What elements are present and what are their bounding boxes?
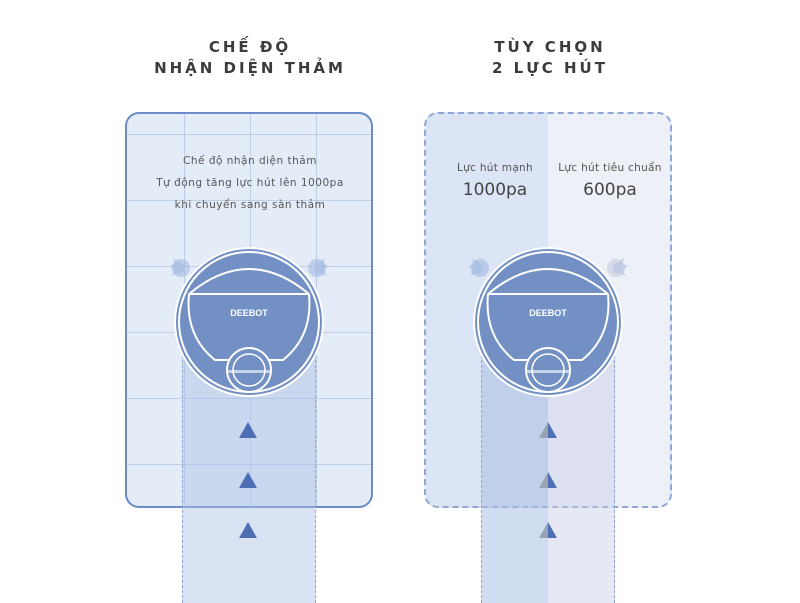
strong-suction-value: 1000pa bbox=[462, 180, 528, 200]
left-direction-arrows bbox=[239, 422, 257, 538]
standard-suction-label: Lực hút tiêu chuẩn bbox=[558, 162, 662, 174]
carpet-mode-heading: CHẾ ĐỘ NHẬN DIỆN THẢM bbox=[110, 37, 390, 79]
left-robot-brand: DEEBOT bbox=[230, 308, 268, 318]
right-robot-vacuum-icon: DEEBOT bbox=[468, 247, 628, 397]
left-arrow-up-icon-3 bbox=[239, 522, 257, 538]
carpet-mode-heading-line1: CHẾ ĐỘ bbox=[208, 38, 292, 56]
right-arrow-up-icon-3 bbox=[539, 522, 557, 538]
carpet-mode-desc-line2: Tự động tăng lực hút lên 1000pa bbox=[156, 177, 344, 189]
suction-option-heading-line1: TÙY CHỌN bbox=[494, 38, 606, 56]
left-arrow-up-icon-1 bbox=[239, 422, 257, 438]
right-robot-brand: DEEBOT bbox=[529, 308, 567, 318]
right-arrow-up-icon-2 bbox=[539, 472, 557, 488]
left-arrow-up-icon-2 bbox=[239, 472, 257, 488]
left-robot-vacuum-icon: DEEBOT bbox=[169, 247, 329, 397]
right-direction-arrows bbox=[539, 422, 557, 538]
carpet-mode-desc-line3: khi chuyển sang sàn thảm bbox=[174, 199, 326, 211]
right-arrow-up-icon-1 bbox=[539, 422, 557, 438]
carpet-mode-desc-line1: Chế độ nhận diện thảm bbox=[183, 155, 317, 167]
carpet-mode-description: Chế độ nhận diện thảm Tự động tăng lực h… bbox=[130, 150, 370, 216]
carpet-mode-heading-line2: NHẬN DIỆN THẢM bbox=[154, 59, 346, 77]
suction-option-heading-line2: 2 LỰC HÚT bbox=[492, 59, 608, 77]
strong-suction-label: Lực hút mạnh bbox=[457, 162, 533, 174]
suction-option-heading: TÙY CHỌN 2 LỰC HÚT bbox=[430, 37, 670, 79]
standard-suction-value: 600pa bbox=[583, 180, 637, 200]
